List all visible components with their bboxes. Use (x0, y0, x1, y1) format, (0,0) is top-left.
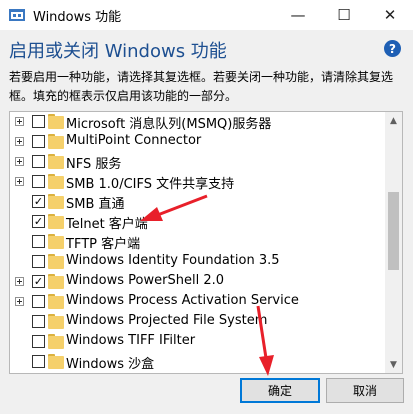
feature-label: Telnet 客户端 (66, 217, 148, 232)
feature-row[interactable]: Windows TIFF IFilter (10, 332, 382, 352)
windows-features-icon (9, 9, 25, 21)
feature-checkbox[interactable] (32, 115, 45, 128)
close-button[interactable]: ✕ (367, 0, 413, 30)
feature-checkbox[interactable] (32, 335, 45, 348)
vertical-scrollbar[interactable]: ▲ ▼ (385, 112, 402, 373)
folder-icon (48, 354, 64, 369)
feature-row[interactable]: Windows Identity Foundation 3.5 (10, 252, 382, 272)
feature-row[interactable]: Microsoft 消息队列(MSMQ)服务器 (10, 112, 382, 132)
expand-icon[interactable] (15, 297, 24, 306)
title-bar: Windows 功能 — ☐ ✕ (0, 0, 413, 30)
feature-checkbox[interactable]: ✓ (32, 215, 45, 228)
ok-button[interactable]: 确定 (240, 378, 320, 403)
feature-row[interactable]: SMB 1.0/CIFS 文件共享支持 (10, 172, 382, 192)
feature-row[interactable]: Windows Projected File System (10, 312, 382, 332)
feature-label: Windows 沙盒 (66, 357, 155, 372)
feature-checkbox[interactable] (32, 355, 45, 368)
expand-icon[interactable] (15, 137, 24, 146)
feature-label: SMB 1.0/CIFS 文件共享支持 (66, 177, 235, 192)
folder-icon (48, 194, 64, 209)
folder-icon (48, 134, 64, 149)
feature-checkbox[interactable] (32, 175, 45, 188)
folder-icon (48, 174, 64, 189)
expand-icon[interactable] (15, 117, 24, 126)
expand-icon[interactable] (15, 177, 24, 186)
feature-row[interactable]: MultiPoint Connector (10, 132, 382, 152)
maximize-button[interactable]: ☐ (321, 0, 367, 30)
feature-checkbox[interactable] (32, 295, 45, 308)
feature-row[interactable]: TFTP 客户端 (10, 232, 382, 252)
feature-row[interactable]: Windows 沙盒 (10, 352, 382, 372)
feature-label: MultiPoint Connector (66, 133, 202, 148)
feature-label: Windows Identity Foundation 3.5 (66, 253, 280, 268)
feature-row[interactable]: ✓ Windows PowerShell 2.0 (10, 272, 382, 292)
scroll-down-icon[interactable]: ▼ (385, 356, 402, 373)
feature-tree: Microsoft 消息队列(MSMQ)服务器 MultiPoint Connec… (9, 111, 403, 374)
feature-checkbox[interactable]: ✓ (32, 275, 45, 288)
feature-label: Windows TIFF IFilter (66, 333, 196, 348)
description-text: 若要启用一种功能，请选择其复选框。若要关闭一种功能，请清除其复选框。填充的框表示… (9, 70, 394, 103)
feature-row[interactable]: Windows Process Activation Service (10, 292, 382, 312)
folder-icon (48, 234, 64, 249)
feature-label: Windows PowerShell 2.0 (66, 273, 224, 288)
minimize-button[interactable]: — (275, 0, 321, 30)
feature-label: Windows Process Activation Service (66, 293, 299, 308)
folder-icon (48, 114, 64, 129)
cancel-button[interactable]: 取消 (326, 378, 404, 403)
folder-icon (48, 334, 64, 349)
feature-checkbox[interactable] (32, 155, 45, 168)
feature-label: NFS 服务 (66, 157, 122, 172)
feature-label: TFTP 客户端 (66, 237, 141, 252)
feature-label: Microsoft 消息队列(MSMQ)服务器 (66, 117, 272, 132)
feature-checkbox[interactable]: ✓ (32, 195, 45, 208)
feature-row[interactable]: NFS 服务 (10, 152, 382, 172)
window-title: Windows 功能 (33, 10, 122, 25)
folder-icon (48, 254, 64, 269)
feature-checkbox[interactable] (32, 135, 45, 148)
folder-icon (48, 154, 64, 169)
help-icon[interactable]: ? (384, 40, 401, 57)
expand-icon[interactable] (15, 157, 24, 166)
feature-row[interactable]: ✓ SMB 直通 (10, 192, 382, 212)
feature-checkbox[interactable] (32, 255, 45, 268)
page-title: 启用或关闭 Windows 功能 (9, 41, 227, 62)
feature-checkbox[interactable] (32, 235, 45, 248)
scroll-thumb[interactable] (388, 192, 399, 270)
feature-row[interactable]: ✓ Telnet 客户端 (10, 212, 382, 232)
scroll-up-icon[interactable]: ▲ (385, 112, 402, 129)
feature-label: SMB 直通 (66, 197, 125, 212)
feature-label: Windows Projected File System (66, 313, 268, 328)
folder-icon (48, 274, 64, 289)
feature-checkbox[interactable] (32, 315, 45, 328)
folder-icon (48, 314, 64, 329)
folder-icon (48, 214, 64, 229)
folder-icon (48, 294, 64, 309)
expand-icon[interactable] (15, 277, 24, 286)
